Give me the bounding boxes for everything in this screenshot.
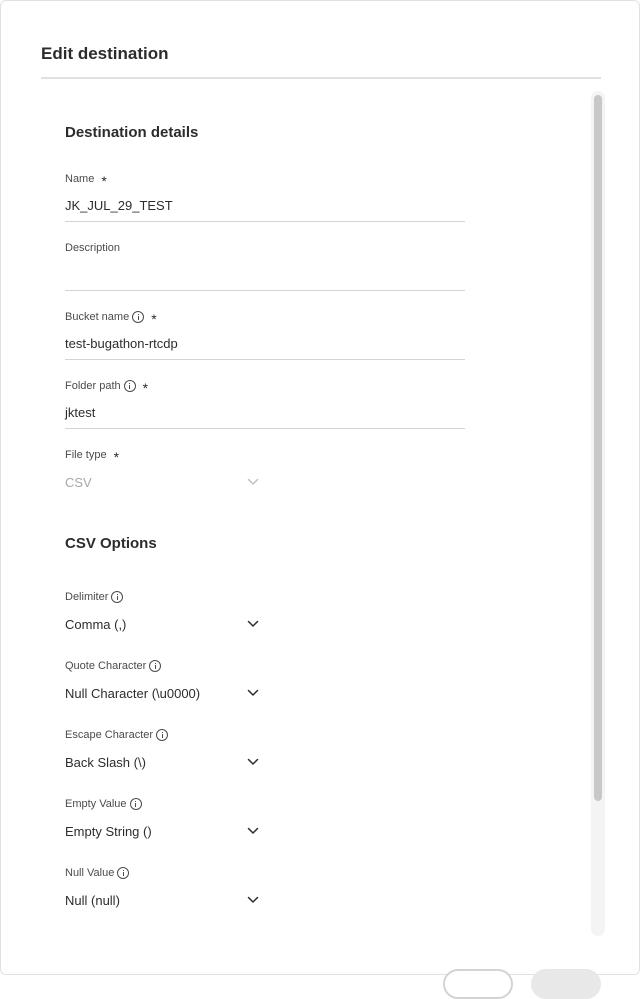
delimiter-label-text: Delimiter (65, 591, 109, 603)
folder-path-input[interactable]: jktest (65, 405, 95, 420)
file-type-select: CSV (65, 475, 92, 490)
chevron-down-icon[interactable] (247, 620, 259, 628)
edit-destination-dialog: Edit destination Destination details Nam… (0, 0, 640, 999)
info-icon[interactable] (123, 380, 136, 392)
quote-character-label: Quote Character (65, 660, 162, 672)
description-label-text: Description (65, 242, 121, 254)
chevron-down-icon (247, 478, 259, 486)
title-divider (41, 77, 601, 79)
chevron-down-icon[interactable] (247, 896, 259, 904)
escape-character-label-text: Escape Character (65, 729, 154, 741)
quote-character-label-text: Quote Character (65, 660, 147, 672)
required-indicator: * (101, 173, 107, 189)
cancel-button[interactable] (443, 969, 513, 999)
save-button[interactable] (531, 969, 601, 999)
description-input-underline (65, 290, 465, 291)
section-heading-csv-options: CSV Options (65, 535, 157, 552)
null-value-label-text: Null Value (65, 867, 115, 879)
null-value-label: Null Value (65, 867, 130, 879)
delimiter-label: Delimiter (65, 591, 124, 603)
chevron-down-icon[interactable] (247, 827, 259, 835)
info-icon[interactable] (149, 660, 162, 672)
empty-value-label-text: Empty Value (65, 798, 127, 810)
bucket-name-label: Bucket name * (65, 311, 157, 327)
bucket-name-input[interactable]: test-bugathon-rtcdp (65, 336, 178, 351)
info-icon[interactable] (111, 591, 124, 603)
name-input-underline (65, 221, 465, 222)
chevron-down-icon[interactable] (247, 689, 259, 697)
chevron-down-icon[interactable] (247, 758, 259, 766)
name-label-text: Name (65, 173, 95, 185)
required-indicator: * (113, 449, 120, 465)
bucket-name-label-text: Bucket name (65, 311, 130, 323)
folder-path-label-text: Folder path (65, 380, 121, 392)
info-icon[interactable] (129, 798, 142, 810)
escape-character-select[interactable]: Back Slash (\) (65, 755, 146, 770)
name-input[interactable]: JK_JUL_29_TEST (65, 198, 173, 213)
escape-character-label: Escape Character (65, 729, 169, 741)
required-indicator: * (151, 311, 157, 327)
folder-path-input-underline (65, 428, 465, 429)
empty-value-select[interactable]: Empty String () (65, 824, 152, 839)
name-label: Name * (65, 173, 107, 189)
file-type-label: File type * (65, 449, 120, 465)
quote-character-select[interactable]: Null Character (\u0000) (65, 686, 200, 701)
delimiter-select[interactable]: Comma (,) (65, 617, 126, 632)
bucket-name-input-underline (65, 359, 465, 360)
scrollbar-thumb[interactable] (594, 95, 602, 801)
description-label: Description (65, 242, 120, 254)
section-heading-destination-details: Destination details (65, 124, 199, 141)
required-indicator: * (142, 380, 149, 396)
info-icon[interactable] (132, 311, 145, 323)
file-type-label-text: File type (65, 449, 107, 461)
description-input[interactable] (65, 267, 465, 285)
empty-value-label: Empty Value (65, 798, 142, 810)
info-icon[interactable] (117, 867, 130, 879)
null-value-select[interactable]: Null (null) (65, 893, 120, 908)
folder-path-label: Folder path * (65, 380, 149, 396)
dialog-title: Edit destination (41, 44, 169, 63)
info-icon[interactable] (156, 729, 169, 741)
